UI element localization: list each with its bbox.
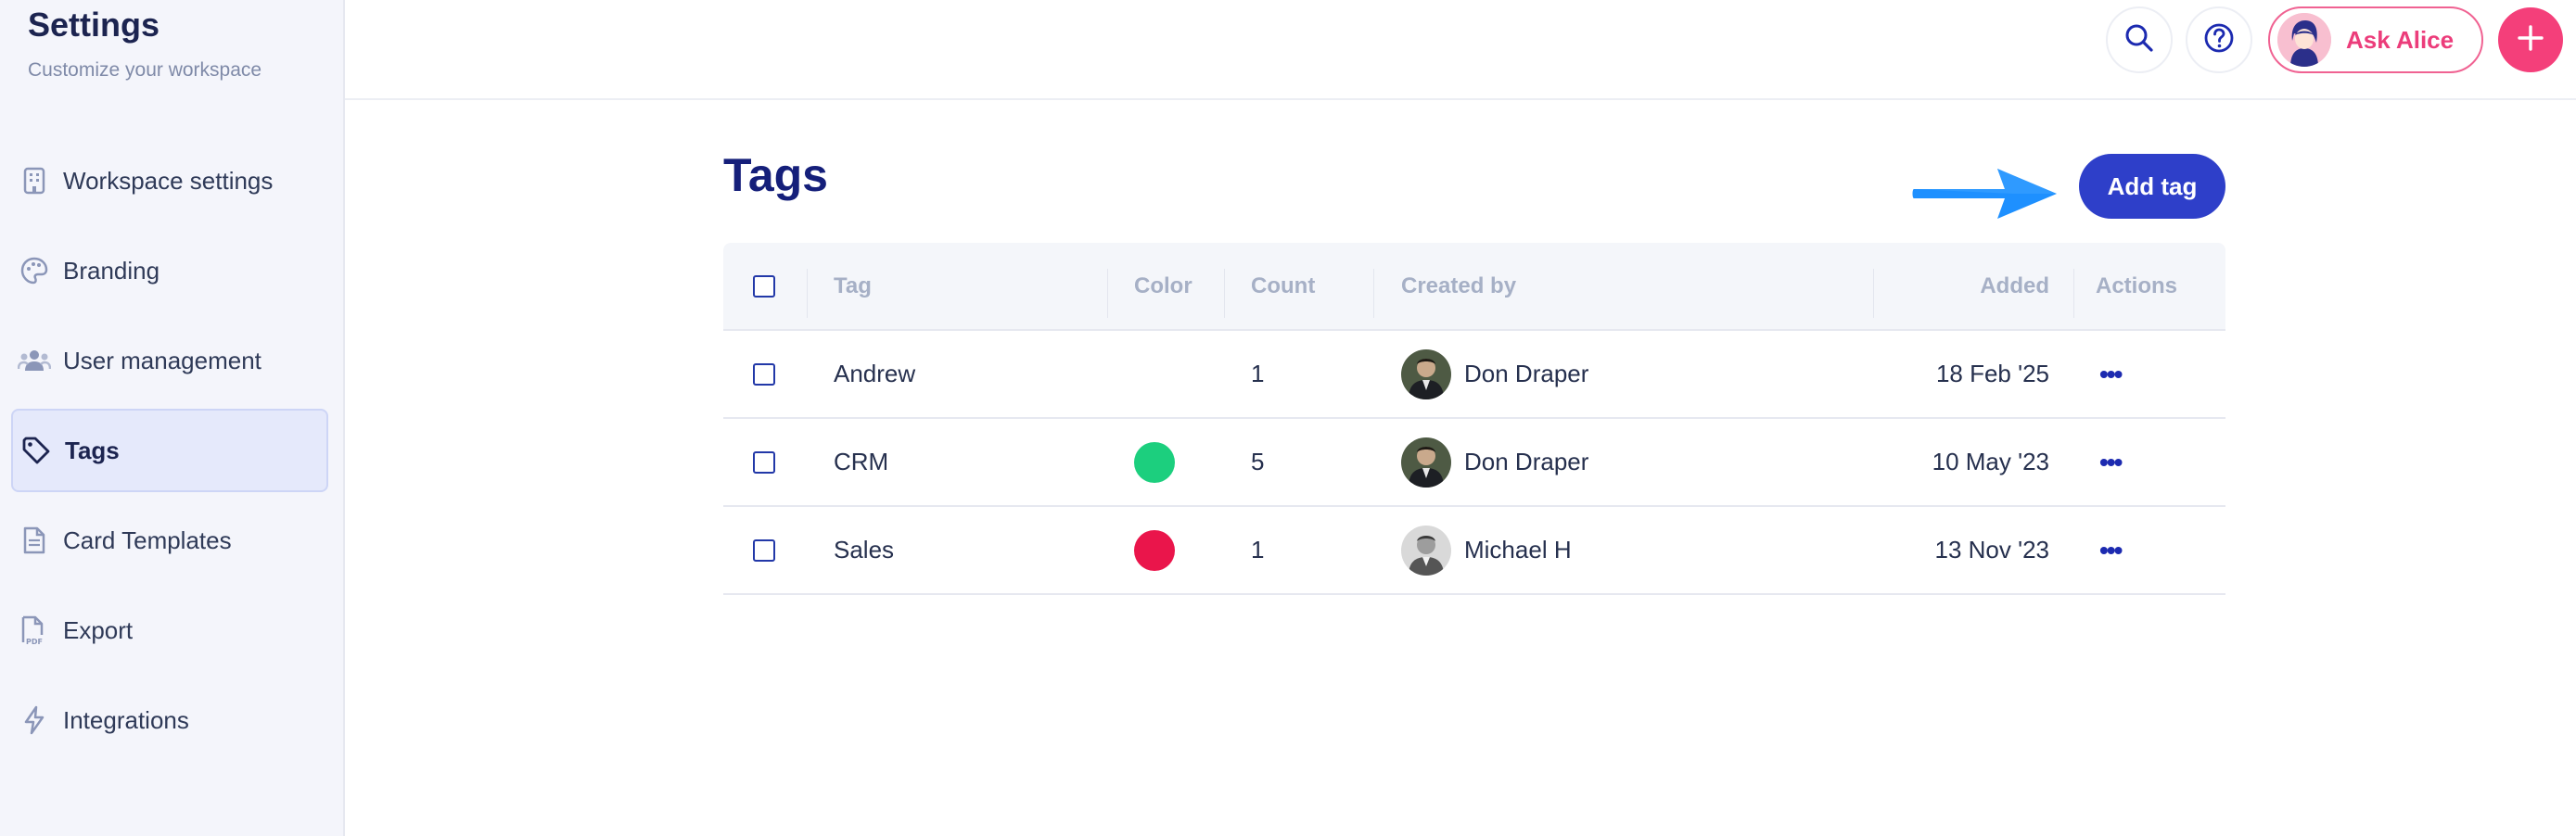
- created-by: Michael H: [1401, 507, 1572, 593]
- more-actions-icon[interactable]: •••: [2099, 536, 2123, 565]
- sidebar-item-label: Tags: [65, 436, 120, 464]
- ask-alice-button[interactable]: Ask Alice: [2268, 6, 2483, 73]
- plus-icon: [2515, 22, 2546, 58]
- sidebar-item-integrations[interactable]: Integrations: [11, 678, 328, 762]
- created-by: Don Draper: [1401, 419, 1588, 505]
- building-icon: [17, 163, 52, 198]
- more-actions-icon[interactable]: •••: [2099, 448, 2123, 477]
- users-icon: [17, 343, 52, 378]
- select-all-checkbox[interactable]: [753, 274, 775, 298]
- sidebar-title: Settings: [28, 6, 160, 44]
- header-tag[interactable]: Tag: [834, 243, 872, 329]
- row-checkbox[interactable]: [753, 450, 775, 474]
- tag-name[interactable]: Sales: [834, 507, 894, 593]
- sidebar-item-label: Integrations: [63, 705, 189, 734]
- color-swatch[interactable]: [1134, 529, 1175, 571]
- sidebar-item-label: Export: [63, 615, 134, 644]
- header-count[interactable]: Count: [1251, 243, 1315, 329]
- sidebar-item-label: User management: [63, 346, 261, 374]
- table-row: CRM 5 Don Draper 10 May '23 •••: [723, 419, 2225, 507]
- table-header: Tag Color Count Created by Added Actions: [723, 243, 2225, 331]
- sidebar-item-card-templates[interactable]: Card Templates: [11, 499, 328, 582]
- tag-count: 1: [1251, 536, 1265, 564]
- sidebar-item-branding[interactable]: Branding: [11, 229, 328, 312]
- added-date: 13 Nov '23: [1934, 536, 2050, 564]
- added-date: 18 Feb '25: [1935, 360, 2049, 387]
- sidebar-item-tags[interactable]: Tags: [11, 409, 328, 492]
- create-button[interactable]: [2498, 7, 2563, 72]
- sidebar-item-label: Workspace settings: [63, 166, 274, 195]
- created-by: Don Draper: [1401, 331, 1588, 417]
- ask-alice-label: Ask Alice: [2346, 25, 2455, 54]
- tag-icon: [19, 433, 54, 468]
- lightning-icon: [17, 703, 52, 738]
- creator-name: Don Draper: [1464, 448, 1589, 475]
- header-created-by[interactable]: Created by: [1401, 243, 1516, 329]
- search-button[interactable]: [2106, 6, 2173, 73]
- row-checkbox[interactable]: [753, 362, 775, 386]
- page-title: Tags: [723, 149, 828, 201]
- arrow-right-icon: [1912, 165, 2060, 227]
- help-icon: [2202, 21, 2236, 59]
- row-checkbox[interactable]: [753, 538, 775, 562]
- header-color[interactable]: Color: [1134, 243, 1192, 329]
- sidebar-item-user-management[interactable]: User management: [11, 319, 328, 402]
- alice-avatar: [2277, 13, 2331, 67]
- added-date: 10 May '23: [1932, 448, 2049, 475]
- tag-count: 5: [1251, 448, 1265, 475]
- svg-text:PDF: PDF: [26, 638, 43, 646]
- more-actions-icon[interactable]: •••: [2099, 360, 2123, 389]
- header-added[interactable]: Added: [1980, 243, 2049, 329]
- tag-name[interactable]: CRM: [834, 419, 888, 505]
- creator-name: Don Draper: [1464, 360, 1589, 387]
- sidebar-item-label: Card Templates: [63, 526, 232, 554]
- document-icon: [17, 523, 52, 558]
- search-icon: [2123, 21, 2156, 59]
- sidebar-item-export[interactable]: PDF Export: [11, 589, 328, 672]
- sidebar-item-label: Branding: [63, 256, 160, 285]
- table-row: Sales 1 Michael H 13 Nov '23 •••: [723, 507, 2225, 595]
- add-tag-button[interactable]: Add tag: [2079, 154, 2225, 219]
- avatar: [1401, 437, 1451, 488]
- avatar: [1401, 525, 1451, 576]
- avatar: [1401, 348, 1451, 399]
- sidebar-subtitle: Customize your workspace: [28, 59, 262, 81]
- creator-name: Michael H: [1464, 536, 1572, 564]
- color-swatch[interactable]: [1134, 441, 1175, 483]
- header-actions: Actions: [2096, 272, 2178, 298]
- palette-icon: [17, 253, 52, 288]
- help-button[interactable]: [2186, 6, 2252, 73]
- table-row: Andrew 1 Don Draper 18 Feb '25 •••: [723, 331, 2225, 419]
- pdf-icon: PDF: [17, 613, 52, 648]
- sidebar-item-workspace-settings[interactable]: Workspace settings: [11, 139, 328, 222]
- tags-table: Tag Color Count Created by Added Actions…: [723, 243, 2225, 595]
- tag-count: 1: [1251, 360, 1265, 387]
- sidebar: Settings Customize your workspace Worksp…: [0, 0, 345, 836]
- tag-name[interactable]: Andrew: [834, 331, 915, 417]
